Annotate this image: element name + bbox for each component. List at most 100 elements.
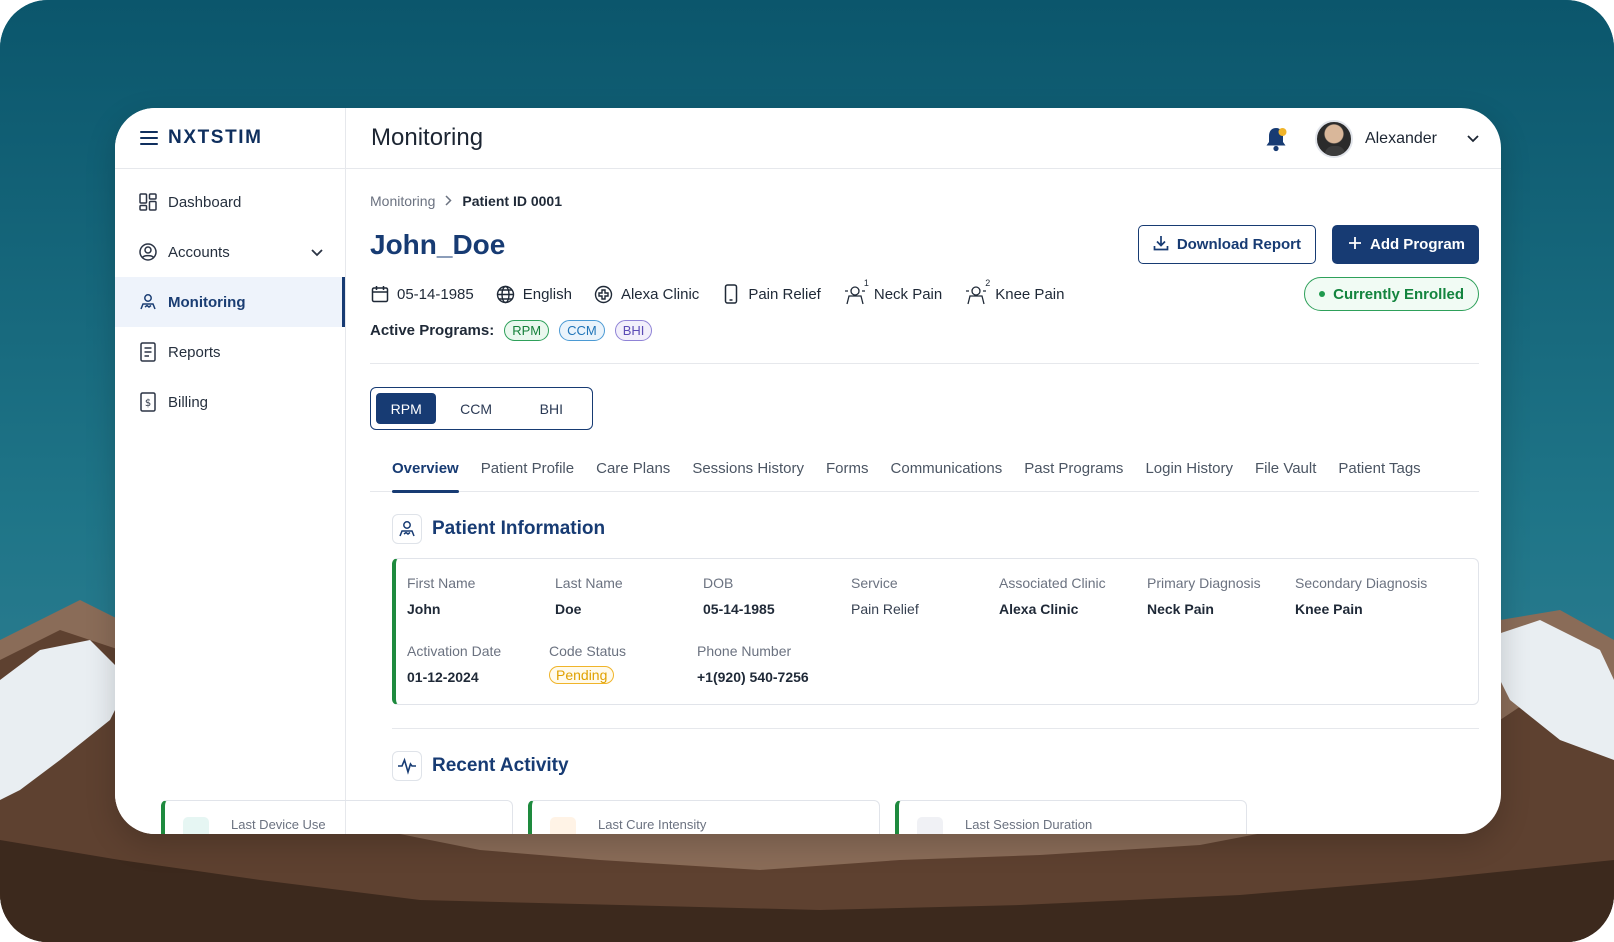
meta-dob-value: 05-14-1985	[397, 285, 474, 303]
add-program-button[interactable]: Add Program	[1331, 225, 1479, 264]
program-switch: RPM CCM BHI	[370, 387, 593, 430]
sidebar-item-label: Reports	[168, 343, 221, 361]
meta-primary-condition-value: Neck Pain	[873, 285, 943, 303]
field-service: Service Pain Relief	[851, 575, 919, 617]
duration-icon	[917, 817, 943, 834]
program-switch-rpm[interactable]: RPM	[376, 393, 437, 424]
status-badge: Currently Enrolled	[1304, 277, 1479, 311]
sidebar-item-monitoring[interactable]: Monitoring	[115, 277, 345, 327]
chevron-down-icon[interactable]	[1467, 130, 1479, 148]
patient-tabs: Overview Patient Profile Care Plans Sess…	[370, 460, 1479, 493]
field-phone-number: Phone Number +1(920) 540-7256	[697, 643, 809, 685]
activity-card-label: Last Device Use	[231, 817, 326, 832]
sidebar: NXTSTIM Dashboard Accounts Monitoring Re…	[115, 108, 346, 834]
field-label: Primary Diagnosis	[1147, 575, 1261, 591]
field-value: +1(920) 540-7256	[697, 669, 809, 685]
program-switch-ccm[interactable]: CCM	[440, 393, 511, 424]
intensity-icon	[550, 817, 576, 834]
field-value: Neck Pain	[1147, 601, 1214, 617]
recent-activity-header: Recent Activity	[392, 751, 1479, 781]
tab-care-plans[interactable]: Care Plans	[585, 460, 681, 492]
meta-primary-condition: 1 Neck Pain	[843, 278, 943, 305]
user-name[interactable]: Alexander	[1365, 130, 1437, 148]
tab-overview[interactable]: Overview	[392, 460, 470, 493]
sidebar-item-reports[interactable]: Reports	[115, 327, 345, 377]
field-last-name: Last Name Doe	[555, 575, 623, 617]
meta-dob: 05-14-1985	[370, 284, 474, 304]
patient-header: John_Doe Download Report Add Program	[370, 225, 1479, 269]
field-label: Last Name	[555, 575, 623, 591]
device-icon	[721, 284, 741, 304]
field-code-status: Code Status Pending	[549, 643, 626, 684]
field-value: 01-12-2024	[407, 669, 479, 685]
sidebar-item-dashboard[interactable]: Dashboard	[115, 177, 345, 227]
tab-patient-profile[interactable]: Patient Profile	[470, 460, 585, 492]
divider	[392, 728, 1479, 729]
section-title: Recent Activity	[432, 755, 569, 776]
field-dob: DOB 05-14-1985	[703, 575, 775, 617]
bell-icon[interactable]	[1261, 124, 1291, 154]
field-label: First Name	[407, 575, 476, 591]
program-switch-bhi[interactable]: BHI	[516, 393, 587, 424]
field-activation-date: Activation Date 01-12-2024	[407, 643, 501, 685]
sidebar-item-billing[interactable]: $ Billing	[115, 377, 345, 427]
header-user-area: Alexander	[1261, 108, 1479, 169]
patient-info-card: First Name John Last Name Doe DOB 05-14-…	[392, 558, 1479, 705]
meta-clinic-value: Alexa Clinic	[620, 285, 700, 303]
user-circle-icon	[138, 242, 158, 262]
tab-file-vault[interactable]: File Vault	[1244, 460, 1327, 492]
chevron-down-icon[interactable]	[311, 244, 323, 261]
sidebar-item-label: Billing	[168, 393, 209, 411]
field-label: Phone Number	[697, 643, 792, 659]
field-label: Activation Date	[407, 643, 502, 659]
hamburger-menu-icon[interactable]	[140, 131, 158, 145]
tab-forms[interactable]: Forms	[815, 460, 880, 492]
tab-login-history[interactable]: Login History	[1134, 460, 1244, 492]
brand-logo: NXTSTIM	[168, 127, 263, 148]
report-icon	[138, 342, 158, 362]
sidebar-item-accounts[interactable]: Accounts	[115, 227, 345, 277]
field-secondary-diagnosis: Secondary Diagnosis Knee Pain	[1295, 575, 1427, 617]
plus-icon	[1348, 236, 1362, 254]
calendar-icon	[370, 284, 390, 304]
meta-language-value: English	[522, 285, 572, 303]
section-title: Patient Information	[432, 518, 606, 539]
field-value: Doe	[555, 601, 582, 617]
breadcrumb-parent[interactable]: Monitoring	[370, 193, 435, 209]
sidebar-nav: Dashboard Accounts Monitoring Reports $ …	[115, 169, 345, 427]
tab-communications[interactable]: Communications	[880, 460, 1014, 492]
secondary-condition-rank: 2	[985, 278, 991, 288]
tab-past-programs[interactable]: Past Programs	[1013, 460, 1134, 492]
meta-clinic: Alexa Clinic	[594, 284, 699, 304]
tab-sessions-history[interactable]: Sessions History	[681, 460, 815, 492]
program-pill-bhi: BHI	[614, 319, 653, 341]
field-value: Pending	[549, 666, 626, 684]
activity-card-last-device-use[interactable]: Last Device Use	[161, 800, 513, 834]
patient-info-icon	[392, 514, 422, 544]
field-label: Associated Clinic	[999, 575, 1106, 591]
tab-patient-tags[interactable]: Patient Tags	[1327, 460, 1431, 492]
status-badge: Pending	[549, 666, 615, 684]
field-first-name: First Name John	[407, 575, 475, 617]
field-label: Code Status	[549, 643, 627, 659]
download-report-button[interactable]: Download Report	[1137, 225, 1316, 264]
activity-card-label: Last Cure Intensity	[598, 817, 707, 832]
user-avatar[interactable]	[1314, 119, 1353, 158]
app-window: NXTSTIM Dashboard Accounts Monitoring Re…	[115, 108, 1501, 834]
field-associated-clinic: Associated Clinic Alexa Clinic	[999, 575, 1106, 617]
field-label: DOB	[703, 575, 734, 591]
status-label: Currently Enrolled	[1333, 285, 1464, 303]
meta-secondary-condition-value: Knee Pain	[995, 285, 1065, 303]
desktop-background: NXTSTIM Dashboard Accounts Monitoring Re…	[0, 0, 1614, 942]
sidebar-item-label: Dashboard	[168, 193, 242, 211]
field-value: Alexa Clinic	[999, 601, 1079, 617]
activity-card-label: Last Session Duration	[965, 817, 1093, 832]
monitoring-icon	[138, 292, 158, 312]
sidebar-item-label: Monitoring	[168, 293, 246, 311]
download-report-label: Download Report	[1176, 236, 1301, 253]
field-label: Service	[851, 575, 898, 591]
activity-card-last-cure-intensity[interactable]: Last Cure Intensity	[528, 800, 880, 834]
dashboard-icon	[138, 192, 158, 212]
activity-card-last-session-duration[interactable]: Last Session Duration	[895, 800, 1247, 834]
meta-secondary-condition: 2 Knee Pain	[964, 278, 1065, 305]
